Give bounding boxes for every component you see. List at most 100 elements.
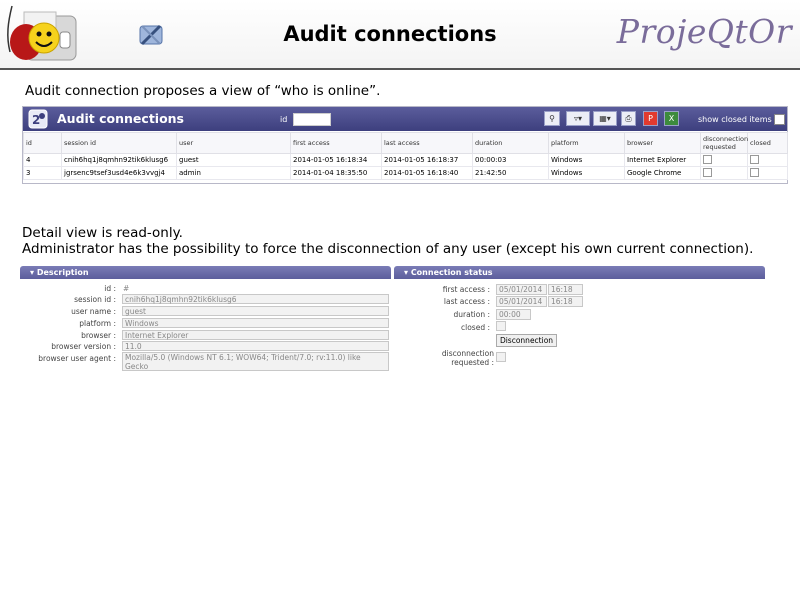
columns-button[interactable]: ▦▾ xyxy=(593,111,617,126)
disc-req-label-line-2: requested : xyxy=(451,358,494,367)
browser-version-label: browser version : xyxy=(51,342,116,351)
print-button[interactable]: ⎙ xyxy=(621,111,636,126)
table-row[interactable]: 3 jgrsenc9tsef3usd4e6k3vvgj4 admin 2014-… xyxy=(23,166,788,180)
closed-checkbox xyxy=(750,154,759,164)
table-header-row: id session id user first access last acc… xyxy=(23,132,788,154)
cell-duration: 21:42:50 xyxy=(472,166,549,180)
closed-checkbox xyxy=(496,321,506,331)
disconnection-requested-checkbox xyxy=(496,352,506,362)
pdf-button[interactable]: P xyxy=(643,111,658,126)
cell-session-id: jgrsenc9tsef3usd4e6k3vvgj4 xyxy=(61,166,177,180)
show-closed-checkbox[interactable] xyxy=(774,114,785,125)
disconnection-requested-checkbox xyxy=(703,154,712,164)
slide-header: Audit connections ProjeQtOr xyxy=(0,0,800,70)
browser-field: Internet Explorer xyxy=(122,330,389,340)
first-access-time-field: 16:18 xyxy=(548,284,583,295)
cell-first-access: 2014-01-05 16:18:34 xyxy=(290,153,382,167)
platform-label: platform : xyxy=(79,319,116,328)
session-id-label: session id : xyxy=(74,295,116,304)
cell-id: 4 xyxy=(23,153,62,167)
column-header-closed[interactable]: closed xyxy=(747,132,788,154)
mascot-logo-icon xyxy=(7,5,77,61)
search-button[interactable]: ⚲ xyxy=(544,111,560,126)
first-access-date-field: 05/01/2014 xyxy=(496,284,547,295)
list-title: Audit connections xyxy=(57,111,185,126)
disconnection-requested-label: disconnection requested : xyxy=(394,349,494,367)
filter-icon: ▿▾ xyxy=(573,114,583,123)
column-header-platform[interactable]: platform xyxy=(548,132,625,154)
user-agent-line-1: Mozilla/5.0 (Windows NT 6.1; WOW64; Trid… xyxy=(125,353,361,362)
tools-icon xyxy=(139,24,163,46)
brand-logo: ProjeQtOr xyxy=(616,12,792,51)
browser-version-field: 11.0 xyxy=(122,341,389,351)
cell-last-access: 2014-01-05 16:18:37 xyxy=(381,153,473,167)
duration-field: 00:00 xyxy=(496,309,531,320)
column-header-last-access[interactable]: last access xyxy=(381,132,473,154)
intro-text: Audit connection proposes a view of “who… xyxy=(25,83,381,99)
closed-label: closed : xyxy=(461,323,490,332)
show-closed-label: show closed items xyxy=(698,115,772,124)
last-access-date-field: 05/01/2014 xyxy=(496,296,547,307)
cell-id: 3 xyxy=(23,166,62,180)
column-header-duration[interactable]: duration xyxy=(472,132,549,154)
cell-closed xyxy=(747,166,788,180)
column-header-browser[interactable]: browser xyxy=(624,132,701,154)
cell-last-access: 2014-01-05 16:18:40 xyxy=(381,166,473,180)
cell-platform: Windows xyxy=(548,166,625,180)
columns-icon: ▦▾ xyxy=(599,114,611,123)
user-name-field: guest xyxy=(122,306,389,316)
user-agent-line-2: Gecko xyxy=(125,362,149,371)
last-access-label: last access : xyxy=(443,297,490,306)
duration-label: duration : xyxy=(453,310,490,319)
excel-button[interactable]: X xyxy=(664,111,679,126)
cell-session-id: cnih6hq1j8qmhn92tik6klusg6 xyxy=(61,153,177,167)
audit-list-window: 2 Audit connections id ⚲ ▿▾ ▦▾ ⎙ P X sho… xyxy=(22,106,788,184)
svg-text:2: 2 xyxy=(32,113,40,127)
detail-line-2: Administrator has the possibility to for… xyxy=(22,241,754,257)
slide-title: Audit connections xyxy=(283,22,497,46)
excel-icon: X xyxy=(668,114,675,123)
column-header-first-access[interactable]: first access xyxy=(290,132,382,154)
detail-explanation: Detail view is read-only. Administrator … xyxy=(22,225,753,257)
browser-label: browser : xyxy=(81,331,116,340)
cell-first-access: 2014-01-04 18:35:50 xyxy=(290,166,382,180)
column-header-session-id[interactable]: session id xyxy=(61,132,177,154)
audit-icon: 2 xyxy=(28,109,48,129)
connection-status-panel-header[interactable]: Connection status xyxy=(394,266,765,279)
disconnection-button[interactable]: Disconnection xyxy=(496,334,557,347)
disc-req-label-line-1: disconnection xyxy=(441,349,494,358)
description-panel-header[interactable]: Description xyxy=(20,266,391,279)
cell-user: guest xyxy=(176,153,291,167)
cell-user: admin xyxy=(176,166,291,180)
filter-button[interactable]: ▿▾ xyxy=(566,111,590,126)
last-access-time-field: 16:18 xyxy=(548,296,583,307)
column-header-disconnection-requested[interactable]: disconnection requested xyxy=(700,132,748,154)
list-titlebar: 2 Audit connections id ⚲ ▿▾ ▦▾ ⎙ P X sho… xyxy=(23,107,787,131)
browser-user-agent-field: Mozilla/5.0 (Windows NT 6.1; WOW64; Trid… xyxy=(122,352,389,371)
connections-table: id session id user first access last acc… xyxy=(23,132,788,180)
closed-checkbox xyxy=(750,167,759,177)
browser-user-agent-label: browser user agent : xyxy=(38,354,116,363)
id-filter-input[interactable] xyxy=(293,113,331,126)
session-id-field: cnih6hq1j8qmhn92tik6klusg6 xyxy=(122,294,389,304)
cell-platform: Windows xyxy=(548,153,625,167)
cell-duration: 00:00:03 xyxy=(472,153,549,167)
column-header-user[interactable]: user xyxy=(176,132,291,154)
cell-closed xyxy=(747,153,788,167)
cell-browser: Internet Explorer xyxy=(624,153,701,167)
platform-field: Windows xyxy=(122,318,389,328)
id-label: id : xyxy=(104,284,116,293)
id-filter-label: id xyxy=(280,115,288,124)
print-icon: ⎙ xyxy=(625,113,632,123)
column-header-id[interactable]: id xyxy=(23,132,62,154)
pdf-icon: P xyxy=(648,114,653,123)
search-icon: ⚲ xyxy=(549,114,555,123)
cell-browser: Google Chrome xyxy=(624,166,701,180)
disconnection-requested-checkbox xyxy=(703,167,712,177)
table-row[interactable]: 4 cnih6hq1j8qmhn92tik6klusg6 guest 2014-… xyxy=(23,153,788,167)
first-access-label: first access : xyxy=(442,285,490,294)
user-name-label: user name : xyxy=(71,307,116,316)
cell-disconnection-requested xyxy=(700,166,748,180)
detail-line-1: Detail view is read-only. xyxy=(22,225,183,241)
cell-disconnection-requested xyxy=(700,153,748,167)
